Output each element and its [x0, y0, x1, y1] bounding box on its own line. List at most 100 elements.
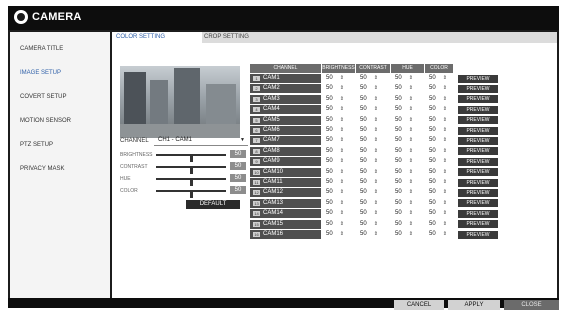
value-spinner[interactable]: 50 ⇕	[322, 74, 348, 83]
close-button[interactable]: CLOSE	[504, 300, 559, 310]
spinner-arrows-icon[interactable]: ⇕	[443, 84, 447, 93]
apply-button[interactable]: APPLY	[448, 300, 500, 310]
value-spinner[interactable]: 50 ⇕	[425, 147, 451, 156]
value-spinner[interactable]: 50 ⇕	[425, 157, 451, 166]
color-slider[interactable]	[156, 190, 226, 198]
value-spinner[interactable]: 50 ⇕	[425, 84, 451, 93]
spinner-arrows-icon[interactable]: ⇕	[340, 136, 344, 145]
spinner-arrows-icon[interactable]: ⇕	[374, 147, 378, 156]
value-spinner[interactable]: 50 ⇕	[322, 157, 348, 166]
value-spinner[interactable]: 50 ⇕	[391, 136, 417, 145]
sidebar-item-image-setup[interactable]: IMAGE SETUP	[20, 70, 61, 76]
spinner-arrows-icon[interactable]: ⇕	[340, 220, 344, 229]
spinner-arrows-icon[interactable]: ⇕	[409, 178, 413, 187]
value-spinner[interactable]: 50 ⇕	[391, 209, 417, 218]
value-spinner[interactable]: 50 ⇕	[425, 209, 451, 218]
slider-knob[interactable]	[189, 179, 193, 186]
spinner-arrows-icon[interactable]: ⇕	[409, 84, 413, 93]
preview-button[interactable]: PREVIEW	[458, 74, 498, 83]
spinner-arrows-icon[interactable]: ⇕	[443, 220, 447, 229]
tab-color-setting[interactable]: COLOR SETTING	[112, 32, 202, 43]
spinner-arrows-icon[interactable]: ⇕	[443, 136, 447, 145]
value-spinner[interactable]: 50 ⇕	[391, 116, 417, 125]
value-spinner[interactable]: 50 ⇕	[425, 188, 451, 197]
value-spinner[interactable]: 50 ⇕	[391, 74, 417, 83]
tab-crop-setting[interactable]: CROP SETTING	[200, 32, 290, 43]
value-spinner[interactable]: 50 ⇕	[322, 126, 348, 135]
value-spinner[interactable]: 50 ⇕	[356, 168, 382, 177]
spinner-arrows-icon[interactable]: ⇕	[374, 136, 378, 145]
value-spinner[interactable]: 50 ⇕	[322, 199, 348, 208]
preview-button[interactable]: PREVIEW	[458, 209, 498, 218]
cancel-button[interactable]: CANCEL	[394, 300, 444, 310]
spinner-arrows-icon[interactable]: ⇕	[443, 95, 447, 104]
value-spinner[interactable]: 50 ⇕	[425, 178, 451, 187]
value-spinner[interactable]: 50 ⇕	[391, 178, 417, 187]
spinner-arrows-icon[interactable]: ⇕	[443, 178, 447, 187]
value-spinner[interactable]: 50 ⇕	[356, 95, 382, 104]
spinner-arrows-icon[interactable]: ⇕	[374, 230, 378, 239]
value-spinner[interactable]: 50 ⇕	[356, 74, 382, 83]
value-spinner[interactable]: 50 ⇕	[356, 220, 382, 229]
value-spinner[interactable]: 50 ⇕	[356, 178, 382, 187]
preview-button[interactable]: PREVIEW	[458, 188, 498, 197]
spinner-arrows-icon[interactable]: ⇕	[374, 209, 378, 218]
spinner-arrows-icon[interactable]: ⇕	[374, 157, 378, 166]
spinner-arrows-icon[interactable]: ⇕	[443, 168, 447, 177]
value-spinner[interactable]: 50 ⇕	[391, 220, 417, 229]
spinner-arrows-icon[interactable]: ⇕	[409, 136, 413, 145]
value-spinner[interactable]: 50 ⇕	[391, 126, 417, 135]
value-spinner[interactable]: 50 ⇕	[425, 95, 451, 104]
preview-button[interactable]: PREVIEW	[458, 84, 498, 93]
preview-button[interactable]: PREVIEW	[458, 168, 498, 177]
spinner-arrows-icon[interactable]: ⇕	[340, 116, 344, 125]
value-spinner[interactable]: 50 ⇕	[425, 168, 451, 177]
value-spinner[interactable]: 50 ⇕	[425, 126, 451, 135]
value-spinner[interactable]: 50 ⇕	[322, 209, 348, 218]
value-spinner[interactable]: 50 ⇕	[322, 178, 348, 187]
value-spinner[interactable]: 50 ⇕	[391, 84, 417, 93]
value-spinner[interactable]: 50 ⇕	[322, 188, 348, 197]
value-spinner[interactable]: 50 ⇕	[391, 188, 417, 197]
spinner-arrows-icon[interactable]: ⇕	[409, 209, 413, 218]
preview-button[interactable]: PREVIEW	[458, 105, 498, 114]
preview-button[interactable]: PREVIEW	[458, 220, 498, 229]
spinner-arrows-icon[interactable]: ⇕	[443, 199, 447, 208]
spinner-arrows-icon[interactable]: ⇕	[443, 209, 447, 218]
value-spinner[interactable]: 50 ⇕	[425, 199, 451, 208]
spinner-arrows-icon[interactable]: ⇕	[374, 199, 378, 208]
contrast-slider[interactable]	[156, 166, 226, 174]
value-spinner[interactable]: 50 ⇕	[425, 116, 451, 125]
spinner-arrows-icon[interactable]: ⇕	[443, 105, 447, 114]
preview-button[interactable]: PREVIEW	[458, 126, 498, 135]
spinner-arrows-icon[interactable]: ⇕	[409, 188, 413, 197]
value-spinner[interactable]: 50 ⇕	[356, 188, 382, 197]
spinner-arrows-icon[interactable]: ⇕	[340, 209, 344, 218]
spinner-arrows-icon[interactable]: ⇕	[340, 105, 344, 114]
spinner-arrows-icon[interactable]: ⇕	[443, 126, 447, 135]
spinner-arrows-icon[interactable]: ⇕	[374, 95, 378, 104]
spinner-arrows-icon[interactable]: ⇕	[409, 147, 413, 156]
preview-button[interactable]: PREVIEW	[458, 136, 498, 145]
spinner-arrows-icon[interactable]: ⇕	[340, 126, 344, 135]
value-spinner[interactable]: 50 ⇕	[425, 230, 451, 239]
spinner-arrows-icon[interactable]: ⇕	[340, 147, 344, 156]
value-spinner[interactable]: 50 ⇕	[356, 84, 382, 93]
channel-select[interactable]: CH1 - CAM1 ▼	[154, 136, 248, 146]
spinner-arrows-icon[interactable]: ⇕	[374, 188, 378, 197]
value-spinner[interactable]: 50 ⇕	[322, 136, 348, 145]
spinner-arrows-icon[interactable]: ⇕	[374, 168, 378, 177]
spinner-arrows-icon[interactable]: ⇕	[443, 188, 447, 197]
spinner-arrows-icon[interactable]: ⇕	[374, 74, 378, 83]
spinner-arrows-icon[interactable]: ⇕	[374, 220, 378, 229]
spinner-arrows-icon[interactable]: ⇕	[443, 74, 447, 83]
spinner-arrows-icon[interactable]: ⇕	[374, 84, 378, 93]
value-spinner[interactable]: 50 ⇕	[391, 95, 417, 104]
spinner-arrows-icon[interactable]: ⇕	[409, 230, 413, 239]
preview-button[interactable]: PREVIEW	[458, 95, 498, 104]
spinner-arrows-icon[interactable]: ⇕	[409, 157, 413, 166]
preview-button[interactable]: PREVIEW	[458, 147, 498, 156]
value-spinner[interactable]: 50 ⇕	[322, 220, 348, 229]
spinner-arrows-icon[interactable]: ⇕	[340, 74, 344, 83]
spinner-arrows-icon[interactable]: ⇕	[340, 230, 344, 239]
